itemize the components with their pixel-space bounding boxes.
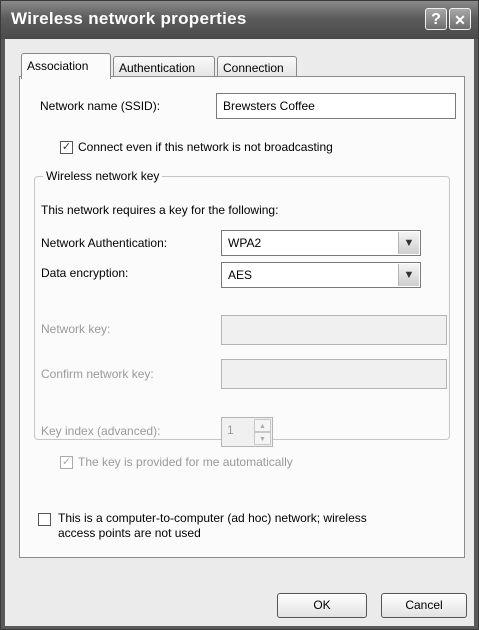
broadcast-checkbox-label: Connect even if this network is not broa… (78, 140, 333, 154)
key-index-stepper[interactable]: 1 ▲ ▼ (221, 417, 273, 447)
network-authentication-select[interactable]: WPA2 ▼ (221, 230, 421, 256)
help-button[interactable]: ? (425, 8, 447, 30)
tab-connection[interactable]: Connection (217, 56, 297, 77)
ssid-input[interactable]: Brewsters Coffee (216, 93, 456, 119)
auto-key-checkbox-label: The key is provided for me automatically (78, 455, 293, 469)
chevron-down-icon[interactable]: ▼ (398, 232, 419, 254)
adhoc-checkbox-label-line2: access points are not used (58, 526, 201, 540)
tab-authentication[interactable]: Authentication (113, 56, 215, 77)
dialog-window: Wireless network properties ? ✕ Associat… (0, 0, 479, 630)
auto-key-checkbox[interactable]: ✓ (60, 456, 73, 469)
close-icon: ✕ (454, 12, 466, 28)
dialog-client-area: Association Authentication Connection Ne… (5, 39, 474, 626)
tab-association-label: Association (27, 59, 89, 73)
window-title: Wireless network properties (11, 9, 247, 28)
broadcast-checkbox[interactable]: ✓ (60, 141, 73, 154)
confirm-network-key-input[interactable] (221, 359, 447, 389)
adhoc-checkbox[interactable] (38, 513, 51, 526)
wireless-key-group-legend: Wireless network key (43, 169, 163, 183)
chevron-down-icon[interactable]: ▼ (398, 264, 419, 286)
network-key-input[interactable] (221, 315, 447, 345)
data-encryption-select[interactable]: AES ▼ (221, 262, 421, 288)
confirm-network-key-label: Confirm network key: (41, 367, 154, 381)
spin-up-icon[interactable]: ▲ (254, 419, 271, 432)
data-encryption-value: AES (228, 268, 253, 282)
data-encryption-label: Data encryption: (41, 266, 129, 280)
tab-association[interactable]: Association (21, 53, 111, 79)
cancel-button[interactable]: Cancel (381, 593, 467, 618)
ok-button[interactable]: OK (277, 593, 367, 618)
help-icon: ? (431, 11, 441, 28)
network-authentication-label: Network Authentication: (41, 236, 168, 250)
adhoc-checkbox-label-line1: This is a computer-to-computer (ad hoc) … (58, 511, 367, 525)
title-bar[interactable]: Wireless network properties ? ✕ (1, 1, 478, 39)
tab-authentication-label: Authentication (119, 61, 196, 75)
network-key-label: Network key: (41, 322, 111, 336)
key-index-label: Key index (advanced): (41, 424, 161, 438)
key-requirement-text: This network requires a key for the foll… (41, 203, 279, 217)
spin-down-icon[interactable]: ▼ (254, 432, 271, 445)
tab-connection-label: Connection (223, 61, 284, 75)
key-index-value: 1 (227, 423, 234, 437)
association-panel: Network name (SSID): Brewsters Coffee ✓ … (19, 76, 465, 558)
wireless-key-group: Wireless network key This network requir… (34, 169, 450, 447)
close-button[interactable]: ✕ (449, 8, 471, 30)
ssid-label: Network name (SSID): (40, 99, 161, 113)
network-authentication-value: WPA2 (228, 236, 262, 250)
